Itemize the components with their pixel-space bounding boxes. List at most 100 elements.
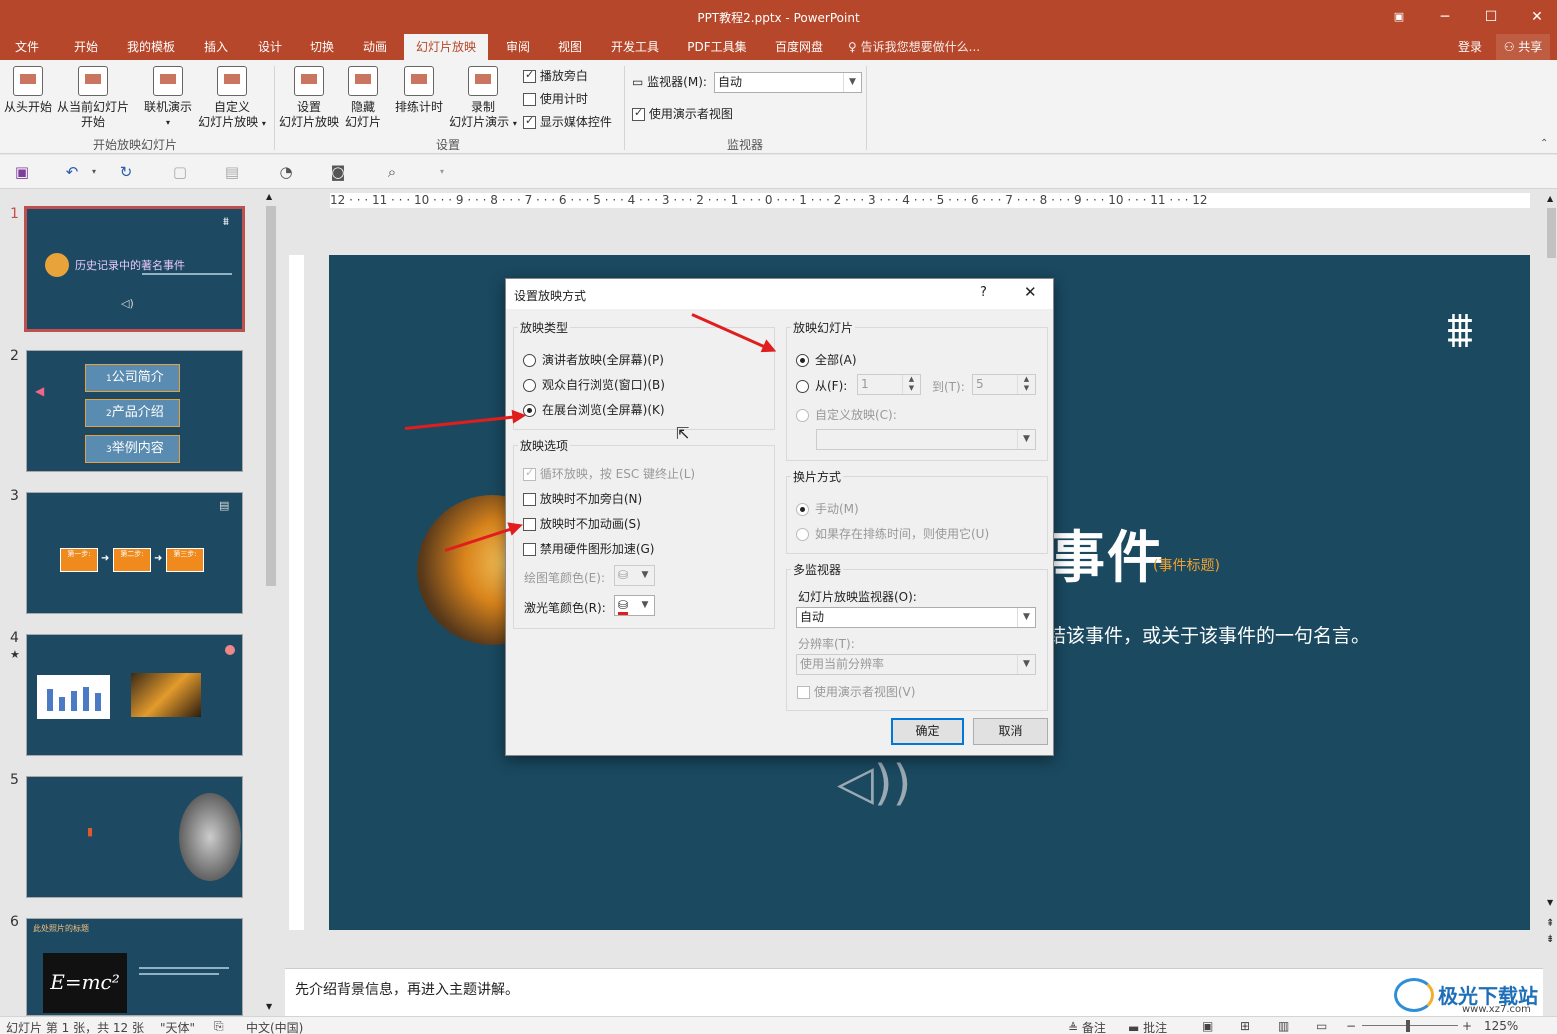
maximize-icon[interactable]: ☐ bbox=[1478, 6, 1504, 28]
custom-show-dropdown[interactable]: ▼ bbox=[816, 429, 1036, 450]
pen-color-picker[interactable]: ⛁ ▼ bbox=[614, 565, 655, 586]
ribbon-display-icon[interactable]: ▣ bbox=[1386, 6, 1412, 28]
rehearse-timings-button[interactable]: 排练计时 bbox=[390, 66, 448, 115]
scroll-up-icon[interactable]: ▲ bbox=[266, 192, 272, 201]
radio-individual[interactable]: 观众自行浏览(窗口)(B) bbox=[523, 376, 665, 393]
spellcheck-icon[interactable]: ⎘ bbox=[214, 1019, 224, 1034]
tab-file[interactable]: 文件 bbox=[6, 34, 48, 60]
custom-slideshow-button[interactable]: 自定义 幻灯片放映 ▾ bbox=[196, 66, 268, 131]
presenter-view-checkbox[interactable]: 使用演示者视图 bbox=[632, 105, 733, 122]
close-icon[interactable]: ✕ bbox=[1524, 6, 1550, 28]
comments-toggle[interactable]: ▬ 批注 bbox=[1128, 1019, 1167, 1034]
tell-me-search[interactable]: ♀ 告诉我您想要做什么... bbox=[848, 34, 998, 60]
hide-slide-button[interactable]: 隐藏 幻灯片 bbox=[342, 66, 384, 130]
cancel-button[interactable]: 取消 bbox=[973, 718, 1048, 745]
slide-thumbnail-4[interactable] bbox=[26, 634, 243, 756]
slide-thumbnail-3[interactable]: 第一步: ➜ 第二步: ➜ 第三步: ▤ bbox=[26, 492, 243, 614]
speaker-icon[interactable]: ◁)) bbox=[837, 755, 911, 811]
from-slide-spinner[interactable]: 1 ▲ ▼ bbox=[857, 374, 921, 395]
show-monitor-dropdown[interactable]: 自动 ▼ bbox=[796, 607, 1036, 628]
presenter-view-dialog-checkbox[interactable]: 使用演示者视图(V) bbox=[797, 683, 915, 700]
record-slideshow-button[interactable]: 录制 幻灯片演示 ▾ bbox=[446, 66, 520, 131]
from-current-button[interactable]: 从当前幻灯片 开始 bbox=[56, 66, 130, 130]
play-narration-checkbox[interactable]: 播放旁白 bbox=[523, 67, 588, 84]
normal-view-icon[interactable]: ▣ bbox=[1202, 1019, 1213, 1033]
new-slide-icon[interactable]: ▢ bbox=[170, 163, 190, 181]
tab-slideshow[interactable]: 幻灯片放映 bbox=[404, 34, 488, 60]
ok-button[interactable]: 确定 bbox=[891, 718, 964, 745]
tab-view[interactable]: 视图 bbox=[548, 34, 592, 60]
layout-icon[interactable]: ▤ bbox=[222, 163, 242, 181]
slideshow-view-icon[interactable]: ▭ bbox=[1316, 1019, 1327, 1033]
zoom-slider[interactable] bbox=[1362, 1025, 1458, 1026]
notes-text[interactable]: 先介绍背景信息，再进入主题讲解。 bbox=[295, 979, 519, 999]
next-slide-icon[interactable]: ⇟ bbox=[1546, 934, 1554, 945]
notes-pane[interactable]: 先介绍背景信息，再进入主题讲解。 bbox=[285, 968, 1543, 1016]
setup-slideshow-button[interactable]: 设置 幻灯片放映 bbox=[278, 66, 340, 130]
radio-custom-show[interactable]: 自定义放映(C): bbox=[796, 406, 897, 423]
reading-view-icon[interactable]: ▥ bbox=[1278, 1019, 1289, 1033]
zoom-out-icon[interactable]: − bbox=[1346, 1019, 1356, 1033]
tab-developer[interactable]: 开发工具 bbox=[602, 34, 668, 60]
scroll-thumb[interactable] bbox=[1547, 208, 1556, 258]
use-timings-checkbox[interactable]: 使用计时 bbox=[523, 90, 588, 107]
collapse-ribbon-icon[interactable]: ⌃ bbox=[1540, 138, 1548, 149]
slide-subtitle[interactable]: 结该事件，或关于该事件的一句名言。 bbox=[1047, 621, 1370, 648]
tab-home[interactable]: 开始 bbox=[64, 34, 108, 60]
disable-hw-accel-checkbox[interactable]: 禁用硬件图形加速(G) bbox=[523, 540, 655, 557]
radio-use-timings[interactable]: 如果存在排练时间，则使用它(U) bbox=[796, 525, 989, 542]
zoom-level[interactable]: 125% bbox=[1484, 1019, 1518, 1033]
tab-animations[interactable]: 动画 bbox=[353, 34, 397, 60]
present-online-button[interactable]: 联机演示 ▾ bbox=[140, 66, 196, 130]
help-button[interactable]: ? bbox=[980, 285, 987, 300]
login-link[interactable]: 登录 bbox=[1450, 34, 1490, 60]
scroll-down-icon[interactable]: ▼ bbox=[266, 1002, 272, 1011]
radio-presenter[interactable]: 演讲者放映(全屏幕)(P) bbox=[523, 351, 664, 368]
tab-transitions[interactable]: 切换 bbox=[300, 34, 344, 60]
dialog-close-icon[interactable]: ✕ bbox=[1024, 283, 1037, 301]
resolution-dropdown[interactable]: 使用当前分辨率 ▼ bbox=[796, 654, 1036, 675]
loop-checkbox[interactable]: 循环放映，按 ESC 键终止(L) bbox=[523, 465, 695, 482]
tab-review[interactable]: 审阅 bbox=[496, 34, 540, 60]
main-scrollbar[interactable]: ▲ ▼ ⇞ ⇟ bbox=[1546, 192, 1557, 952]
radio-kiosk[interactable]: 在展台浏览(全屏幕)(K) bbox=[523, 401, 665, 418]
no-narration-checkbox[interactable]: 放映时不加旁白(N) bbox=[523, 490, 642, 507]
present-current-icon[interactable]: ◙ bbox=[328, 163, 348, 181]
zoom-in-icon[interactable]: + bbox=[1462, 1019, 1472, 1033]
zoom-slider-thumb[interactable] bbox=[1406, 1020, 1410, 1032]
from-beginning-button[interactable]: 从头开始 bbox=[2, 66, 54, 115]
thumbnail-scrollbar[interactable]: ▲ ▼ bbox=[264, 192, 278, 1016]
tab-baidu-netdisk[interactable]: 百度网盘 bbox=[766, 34, 832, 60]
slide-thumbnail-2[interactable]: ◀ 1公司简介 2产品介绍 3举例内容 bbox=[26, 350, 243, 472]
slide-thumbnail-5[interactable]: ▮ bbox=[26, 776, 243, 898]
language-indicator[interactable]: 中文(中国) bbox=[246, 1019, 303, 1034]
no-animation-checkbox[interactable]: 放映时不加动画(S) bbox=[523, 515, 641, 532]
notes-toggle[interactable]: ≜ 备注 bbox=[1068, 1019, 1106, 1034]
show-media-controls-checkbox[interactable]: 显示媒体控件 bbox=[523, 113, 612, 130]
print-preview-icon[interactable]: ⌕ bbox=[382, 163, 402, 181]
save-icon[interactable]: ▣ bbox=[12, 163, 32, 181]
scroll-up-icon[interactable]: ▲ bbox=[1547, 194, 1553, 203]
radio-manual[interactable]: 手动(M) bbox=[796, 500, 859, 517]
tab-pdf-tools[interactable]: PDF工具集 bbox=[680, 34, 754, 60]
previous-slide-icon[interactable]: ⇞ bbox=[1546, 918, 1554, 929]
slide-sorter-icon[interactable]: ⊞ bbox=[1240, 1019, 1250, 1033]
monitor-dropdown[interactable]: 自动 ▼ bbox=[714, 72, 862, 93]
undo-icon[interactable]: ↶ bbox=[62, 163, 82, 181]
slide-thumbnail-1[interactable]: 历史记录中的著名事件 ⩩ ◁) bbox=[24, 206, 245, 332]
scroll-thumb[interactable] bbox=[266, 206, 276, 586]
present-from-start-icon[interactable]: ◔ bbox=[276, 163, 296, 181]
slide-thumbnail-6[interactable]: 此处照片的标题 E=mc² bbox=[26, 918, 243, 1016]
laser-color-picker[interactable]: ⛁ ▼ bbox=[614, 595, 655, 616]
scroll-down-icon[interactable]: ▼ bbox=[1547, 898, 1553, 907]
customize-toolbar-icon[interactable]: ▾ bbox=[432, 163, 452, 181]
slide-title[interactable]: 事件 bbox=[1049, 513, 1165, 594]
redo-icon[interactable]: ↻ bbox=[116, 163, 136, 181]
tab-my-templates[interactable]: 我的模板 bbox=[120, 34, 182, 60]
share-button[interactable]: ⚇ 共享 bbox=[1496, 34, 1550, 60]
radio-all-slides[interactable]: 全部(A) bbox=[796, 351, 857, 368]
minimize-icon[interactable]: ─ bbox=[1432, 6, 1458, 28]
to-slide-spinner[interactable]: 5 ▲ ▼ bbox=[972, 374, 1036, 395]
tab-design[interactable]: 设计 bbox=[248, 34, 292, 60]
tab-insert[interactable]: 插入 bbox=[194, 34, 238, 60]
